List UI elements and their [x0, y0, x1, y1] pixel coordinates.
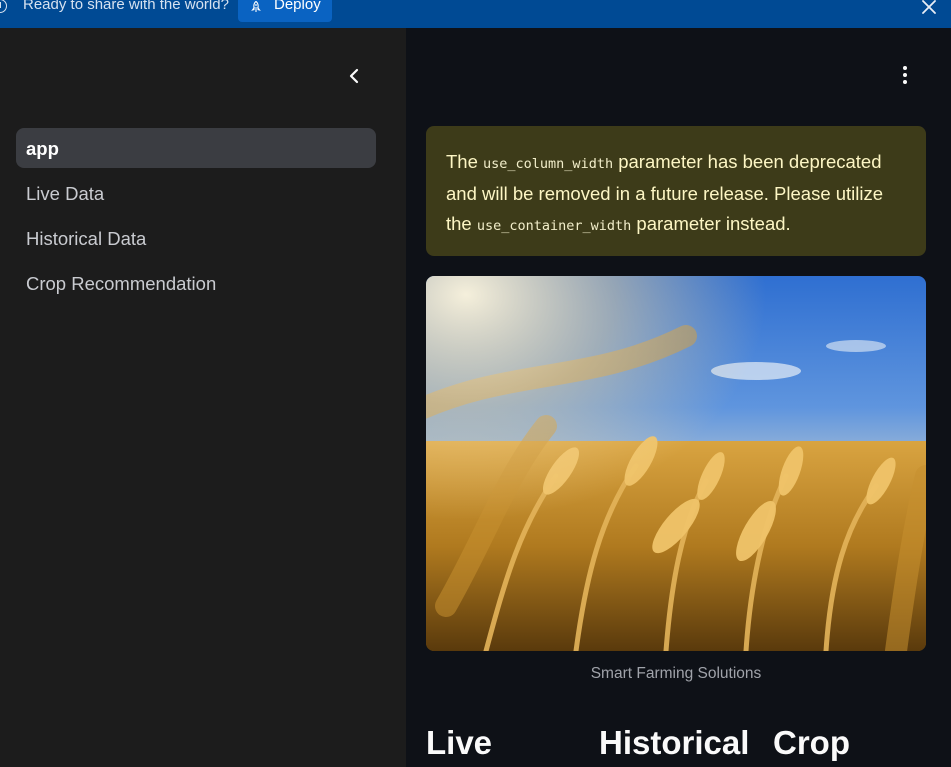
sidebar-item-crop-recommendation[interactable]: Crop Recommendation: [16, 263, 376, 303]
info-icon: [0, 0, 7, 13]
deploy-button[interactable]: Deploy: [238, 0, 332, 22]
wheat-field-image: [426, 276, 926, 651]
sidebar-item-live-data[interactable]: Live Data: [16, 173, 376, 213]
image-caption: Smart Farming Solutions: [590, 665, 762, 682]
main-content: The use_column_width parameter has been …: [406, 28, 951, 767]
code-use-container-width: use_container_width: [476, 218, 632, 234]
column-heading-live: Live: [426, 724, 493, 761]
sidebar-item-app[interactable]: app: [16, 128, 376, 168]
sidebar-item-historical-data[interactable]: Historical Data: [16, 218, 376, 258]
kebab-menu-icon[interactable]: [894, 64, 916, 86]
banner-message: Ready to share with the world?: [23, 0, 229, 13]
deploy-banner: Ready to share with the world? Deploy: [0, 0, 951, 28]
rocket-icon: [251, 1, 261, 12]
code-use-column-width: use_column_width: [483, 156, 614, 172]
deploy-label: Deploy: [274, 0, 321, 13]
sidebar-nav: app Live Data Historical Data Crop Recom…: [16, 128, 376, 308]
column-heading-historical: Historical: [599, 724, 750, 761]
column-heading-crop: Crop: [773, 724, 850, 761]
close-icon[interactable]: [920, 0, 938, 16]
deprecation-warning: The use_column_width parameter has been …: [426, 126, 926, 256]
chevron-left-icon[interactable]: [340, 64, 368, 88]
sidebar: app Live Data Historical Data Crop Recom…: [0, 28, 406, 767]
